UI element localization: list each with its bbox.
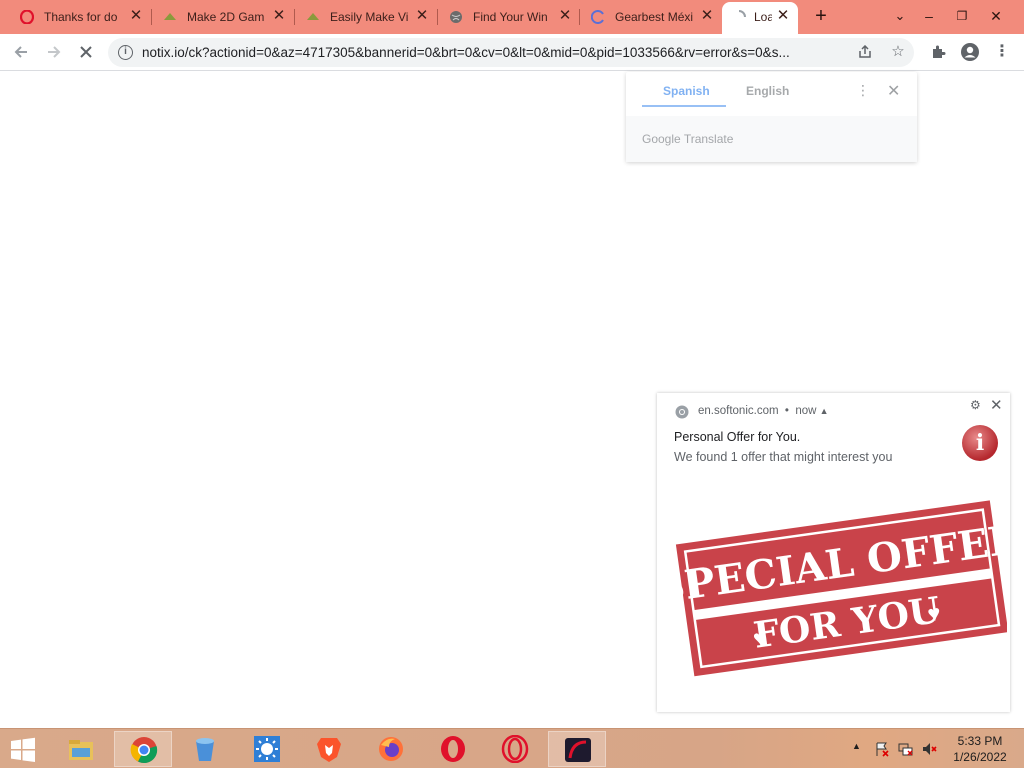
tab-easily-make[interactable]: Easily Make Vi ✕ bbox=[286, 0, 436, 34]
globe-icon bbox=[450, 11, 462, 23]
profile-avatar-icon[interactable] bbox=[958, 40, 982, 64]
notification-message: We found 1 offer that might interest you bbox=[674, 450, 893, 464]
clock-date: 1/26/2022 bbox=[953, 750, 1007, 764]
browser-toolbar: i notix.io/ck?actionid=0&az=4717305&bann… bbox=[0, 34, 1024, 71]
opera-icon bbox=[20, 10, 34, 24]
taskbar-recycle-bin[interactable] bbox=[176, 731, 234, 767]
volume-muted-icon[interactable] bbox=[922, 741, 938, 757]
menu-kebab-icon[interactable]: ⋮ bbox=[990, 40, 1014, 64]
chrome-icon bbox=[675, 405, 689, 419]
extensions-icon[interactable] bbox=[926, 40, 950, 64]
file-explorer-icon bbox=[69, 740, 93, 760]
game-icon bbox=[307, 13, 319, 20]
tab-label: Loa bbox=[754, 10, 772, 24]
stop-icon bbox=[80, 46, 92, 58]
tab-label: Thanks for do bbox=[44, 10, 118, 24]
bookmark-star-icon[interactable]: ☆ bbox=[889, 43, 907, 61]
tab-gearbest[interactable]: Gearbest Méxi ✕ bbox=[571, 0, 721, 34]
clock-time: 5:33 PM bbox=[957, 734, 1003, 748]
google-translate-label: Google Translate bbox=[642, 132, 734, 146]
loading-icon bbox=[738, 10, 746, 18]
back-arrow-icon bbox=[14, 46, 27, 58]
app-icon bbox=[565, 738, 591, 762]
taskbar-firefox[interactable] bbox=[362, 731, 420, 767]
opera-gx-icon bbox=[501, 735, 529, 763]
tab-label: Gearbest Méxi bbox=[615, 10, 694, 24]
tab-strip: Thanks for do ✕ Make 2D Gam ✕ Easily Mak… bbox=[0, 0, 1024, 34]
tab-loading-active[interactable]: Loa ✕ bbox=[722, 2, 798, 34]
windows-logo-icon bbox=[11, 737, 35, 762]
tab-label: Easily Make Vi bbox=[330, 10, 409, 24]
notification-title: Personal Offer for You. bbox=[674, 430, 801, 444]
push-notification[interactable]: en.softonic.com • now ▲ ⚙ ✕ Personal Off… bbox=[657, 393, 1010, 712]
taskbar-opera[interactable] bbox=[424, 731, 482, 767]
chrome-icon bbox=[130, 737, 158, 764]
game-icon bbox=[164, 13, 176, 20]
tab-close-icon[interactable]: ✕ bbox=[128, 8, 144, 24]
translate-options-icon[interactable]: ⋮ bbox=[856, 82, 870, 99]
url-text[interactable]: notix.io/ck?actionid=0&az=4717305&banner… bbox=[142, 45, 852, 60]
taskbar-chrome[interactable] bbox=[114, 731, 172, 767]
translate-source-language-tab[interactable]: Spanish bbox=[663, 84, 710, 98]
info-icon: i bbox=[962, 425, 998, 461]
minimize-button[interactable]: – bbox=[916, 4, 942, 28]
special-offer-stamp-image: SPECIAL OFFER FOR YOU ♥ ♥ bbox=[667, 500, 1007, 677]
address-bar[interactable]: i notix.io/ck?actionid=0&az=4717305&bann… bbox=[108, 38, 914, 67]
tab-label: Find Your Win bbox=[473, 10, 548, 24]
notification-time: now bbox=[795, 405, 817, 417]
firefox-icon bbox=[379, 737, 403, 761]
taskbar-file-explorer[interactable] bbox=[52, 731, 110, 767]
back-button[interactable] bbox=[9, 40, 33, 64]
taskbar-brightness[interactable] bbox=[238, 731, 296, 767]
stop-loading-button[interactable] bbox=[74, 40, 98, 64]
tray-overflow-icon[interactable]: ▲ bbox=[852, 741, 861, 751]
taskbar-brave[interactable] bbox=[300, 731, 358, 767]
action-center-flag-icon[interactable] bbox=[874, 741, 890, 757]
taskbar-opera-gx[interactable] bbox=[486, 731, 544, 767]
translate-close-icon[interactable]: ✕ bbox=[887, 81, 900, 101]
start-button[interactable] bbox=[0, 731, 48, 767]
translate-popup: Spanish English ⋮ ✕ Google Translate bbox=[626, 72, 917, 162]
windows-taskbar: ▲ 5:33 PM 1/26/2022 bbox=[0, 728, 1024, 768]
notification-site: en.softonic.com bbox=[698, 405, 779, 417]
share-icon[interactable] bbox=[856, 43, 874, 61]
tab-label: Make 2D Gam bbox=[187, 10, 265, 24]
opera-icon bbox=[441, 736, 465, 762]
recycle-bin-icon bbox=[196, 738, 214, 761]
tab-close-icon[interactable]: ✕ bbox=[699, 8, 715, 24]
taskbar-app[interactable] bbox=[548, 731, 606, 767]
tab-close-icon[interactable]: ✕ bbox=[414, 8, 430, 24]
system-clock[interactable]: 5:33 PM 1/26/2022 bbox=[946, 733, 1014, 765]
brightness-icon bbox=[254, 736, 280, 762]
forward-arrow-icon bbox=[48, 46, 61, 58]
translate-footer: Google Translate bbox=[626, 116, 917, 162]
translate-target-language-tab[interactable]: English bbox=[746, 84, 789, 98]
forward-button[interactable] bbox=[42, 40, 66, 64]
tab-find-your[interactable]: Find Your Win ✕ bbox=[429, 0, 579, 34]
tab-make-2d[interactable]: Make 2D Gam ✕ bbox=[143, 0, 293, 34]
tab-search-button[interactable]: ⌄ bbox=[887, 4, 913, 28]
close-icon[interactable]: ✕ bbox=[990, 396, 1003, 414]
loading-icon bbox=[591, 10, 604, 24]
new-tab-button[interactable]: + bbox=[810, 6, 832, 28]
chevron-up-icon[interactable]: ▲ bbox=[820, 406, 829, 416]
tab-close-icon[interactable]: ✕ bbox=[271, 8, 287, 24]
maximize-button[interactable]: ❐ bbox=[949, 4, 975, 28]
site-info-icon[interactable]: i bbox=[118, 45, 133, 60]
gear-icon[interactable]: ⚙ bbox=[970, 398, 981, 412]
tab-thanks[interactable]: Thanks for do ✕ bbox=[0, 0, 150, 34]
tab-close-icon[interactable]: ✕ bbox=[775, 8, 791, 24]
notification-source: en.softonic.com • now ▲ bbox=[698, 405, 829, 417]
network-icon[interactable] bbox=[898, 741, 914, 757]
brave-icon bbox=[317, 738, 341, 762]
active-tab-underline bbox=[642, 105, 726, 107]
close-window-button[interactable]: ✕ bbox=[983, 4, 1009, 28]
